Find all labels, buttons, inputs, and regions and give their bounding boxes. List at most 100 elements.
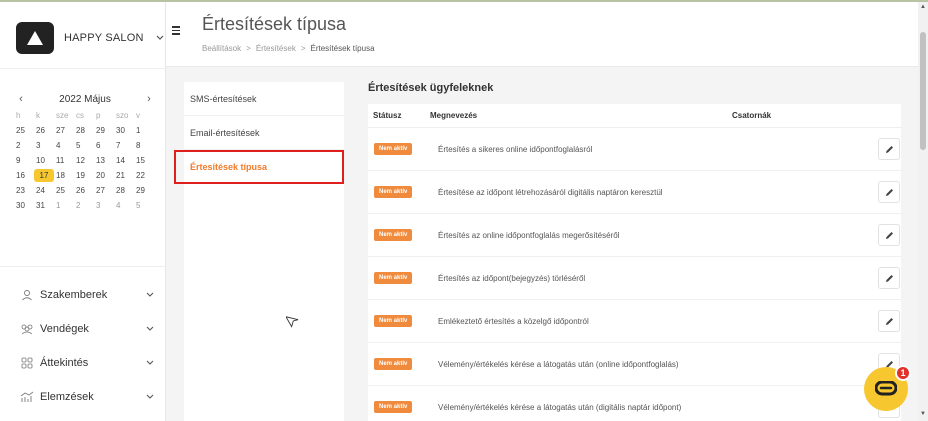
calendar-day[interactable]: 20 [94,169,114,182]
status-cell: Nem aktív [368,229,438,241]
calendar-day[interactable]: 28 [114,184,134,197]
sidebar-item-label: Vendégek [40,323,89,335]
calendar-month-label: 2022 Május [59,93,111,105]
calendar-day[interactable]: 30 [114,124,134,137]
chart-icon [20,390,34,404]
actions-cell [878,138,901,160]
calendar-day[interactable]: 27 [94,184,114,197]
status-cell: Nem aktív [368,358,438,370]
calendar-day[interactable]: 6 [94,139,114,152]
calendar-day-today[interactable]: 17 [34,169,54,182]
calendar-day[interactable]: 8 [134,139,154,152]
calendar-day[interactable]: 7 [114,139,134,152]
calendar-next-button[interactable]: › [142,93,156,105]
calendar-day[interactable]: 4 [114,199,134,212]
calendar-day[interactable]: 22 [134,169,154,182]
edit-button[interactable] [878,267,900,289]
calendar-day[interactable]: 4 [54,139,74,152]
actions-cell [878,181,901,203]
calendar-day[interactable]: 26 [34,124,54,137]
calendar-day[interactable]: 16 [14,169,34,182]
table-row: Nem aktív Értesítés a sikeres online időp… [368,128,901,171]
calendar-day[interactable]: 27 [54,124,74,137]
sidebar-item-elemzesek[interactable]: Elemzések [20,384,154,410]
calendar-day[interactable]: 12 [74,154,94,167]
status-badge: Nem aktív [374,143,413,155]
sidebar-item-attekintes[interactable]: Áttekintés [20,350,154,376]
edit-button[interactable] [878,224,900,246]
calendar-day[interactable]: 15 [134,154,154,167]
calendar-day[interactable]: 1 [134,124,154,137]
edit-button[interactable] [878,138,900,160]
calendar-day[interactable]: 21 [114,169,134,182]
notification-name: Értesítés az időpont(bejegyzés) törlésér… [438,273,586,283]
calendar-day[interactable]: 26 [74,184,94,197]
sidebar-item-vendegek[interactable]: Vendégek [20,316,154,342]
breadcrumb-item-beallitasok[interactable]: Beállítások [202,44,241,53]
brand-switcher[interactable]: HAPPY SALON [16,20,166,56]
status-cell: Nem aktív [368,272,438,284]
scroll-down-arrow-icon[interactable]: ▼ [920,411,926,417]
breadcrumb-current: Értesítések típusa [310,44,375,53]
calendar-day[interactable]: 14 [114,154,134,167]
status-cell: Nem aktív [368,143,438,155]
pencil-icon [885,231,893,239]
notification-name: Vélemény/értékelés kérése a látogatás ut… [438,359,679,369]
calendar-day[interactable]: 18 [54,169,74,182]
submenu-item-email[interactable]: Email-értesítések [184,116,344,150]
calendar-weekday: szo [116,111,129,120]
settings-submenu: SMS-értesítések Email-értesítések Értesí… [174,82,344,421]
chat-icon [875,381,897,396]
calendar-day[interactable]: 25 [54,184,74,197]
calendar-day[interactable]: 13 [94,154,114,167]
table-body: Nem aktív Értesítés a sikeres online időp… [368,128,901,421]
table-row: Nem aktív Értesítés az online időpontfogl… [368,214,901,257]
calendar-day[interactable]: 19 [74,169,94,182]
calendar-day[interactable]: 2 [14,139,34,152]
table-row: Nem aktív Értesítés az időpont(bejegyzés)… [368,257,901,300]
sidebar-item-label: Elemzések [40,391,94,403]
calendar-day[interactable]: 29 [94,124,114,137]
calendar-day[interactable]: 25 [14,124,34,137]
calendar-weekday: sze [56,111,69,120]
calendar-day[interactable]: 1 [54,199,74,212]
mini-calendar: ‹ 2022 Május › h k sze cs p szo v 25 26 27 28 29 30 1… [14,92,156,212]
calendar-day[interactable]: 29 [134,184,154,197]
calendar-day[interactable]: 3 [34,139,54,152]
logo-icon [27,31,43,45]
scroll-up-arrow-icon[interactable]: ▲ [920,4,926,10]
scrollbar-thumb[interactable] [920,32,926,150]
breadcrumb-item-ertesitesek[interactable]: Értesítések [256,44,296,53]
table-row: Nem aktív Vélemény/értékelés kérése a lát… [368,343,901,386]
calendar-day[interactable]: 2 [74,199,94,212]
calendar-day[interactable]: 5 [134,199,154,212]
calendar-day[interactable]: 23 [14,184,34,197]
calendar-day[interactable]: 3 [94,199,114,212]
calendar-day[interactable]: 11 [54,154,74,167]
chevron-down-icon [156,32,164,44]
edit-button[interactable] [878,310,900,332]
breadcrumb-separator: > [300,44,306,53]
calendar-day[interactable]: 30 [14,199,34,212]
status-badge: Nem aktív [374,315,413,327]
sidebar-item-szakemberek[interactable]: Szakemberek [20,282,154,308]
hamburger-menu-icon[interactable] [172,26,182,36]
sidebar: HAPPY SALON ‹ 2022 Május › h k sze cs p szo v 2… [0,2,166,421]
status-badge: Nem aktív [374,401,413,413]
calendar-grid: h k sze cs p szo v 25 26 27 28 29 30 1 2 3 4 5 6 7 8 9 10 11 12 1… [14,109,156,212]
calendar-day[interactable]: 10 [34,154,54,167]
edit-button[interactable] [878,181,900,203]
calendar-day[interactable]: 31 [34,199,54,212]
calendar-day[interactable]: 28 [74,124,94,137]
calendar-day[interactable]: 5 [74,139,94,152]
calendar-header: ‹ 2022 Május › [14,92,156,106]
notification-name: Értesítése az időpont létrehozásáról dig… [438,187,663,197]
calendar-day[interactable]: 9 [14,154,34,167]
submenu-item-types[interactable]: Értesítések típusa [174,150,344,184]
person-icon [20,288,34,302]
column-header-status: Státusz [373,111,402,120]
submenu-item-sms[interactable]: SMS-értesítések [184,82,344,116]
sidebar-item-label: Szakemberek [40,289,108,301]
calendar-prev-button[interactable]: ‹ [14,93,28,105]
calendar-day[interactable]: 24 [34,184,54,197]
